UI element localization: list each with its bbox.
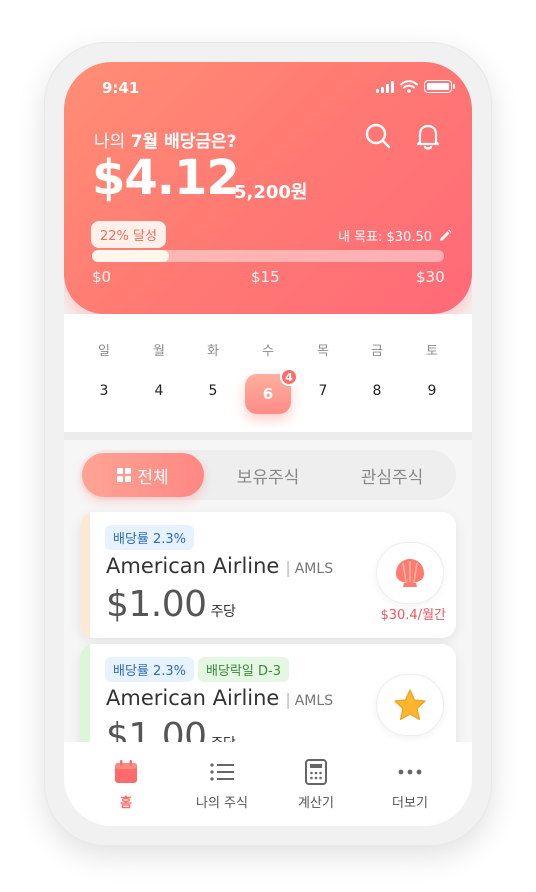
question-month: 7월 배당금은? (130, 132, 237, 152)
goal-progress-bar (92, 250, 444, 262)
goal-edit[interactable]: 내 목표: $30.50 (338, 226, 452, 245)
weekday-label: 토 (426, 344, 438, 359)
dividend-amount-usd: $4.12 (92, 150, 240, 206)
tab-holdings[interactable]: 보유주식 (208, 450, 328, 500)
stock-filter-tabs: 전체 보유주식 관심주식 (80, 450, 456, 500)
ex-dividend-tag: 배당락일 D-3 (198, 657, 289, 682)
tab-watchlist[interactable]: 관심주식 (332, 450, 452, 500)
battery-icon (424, 80, 455, 93)
dividend-per-share: $1.00주당 (106, 584, 236, 625)
dividend-amount-krw: 5,200원 (234, 182, 308, 203)
weekday-label: 수 (262, 344, 274, 359)
shell-icon-button[interactable] (376, 542, 444, 604)
card-tags: 배당률 2.3% (105, 525, 195, 550)
weekday-label: 일 (98, 344, 110, 359)
nav-calculator[interactable]: 계산기 (271, 758, 361, 811)
weekday-label: 금 (371, 344, 383, 359)
separator: | (285, 558, 291, 577)
goal-progress-fill (92, 250, 170, 262)
nav-home-label: 홈 (120, 796, 132, 811)
signal-icon (376, 80, 394, 93)
tick-min: $0 (92, 268, 112, 286)
date-cell[interactable]: 4 (139, 383, 179, 399)
price-value: $1.00 (106, 584, 207, 625)
tab-all[interactable]: 전체 (82, 453, 204, 497)
per-share-label: 주당 (210, 604, 236, 620)
nav-my-stocks-label: 나의 주식 (196, 796, 248, 811)
tick-max: $30 (416, 268, 445, 286)
wifi-icon (400, 80, 418, 93)
star-icon (394, 689, 426, 721)
search-icon[interactable] (362, 120, 394, 152)
bell-icon[interactable] (412, 120, 444, 152)
app-screen: 9:41 나의 7월 배당금은? $4.12 5,200원 22% 달성 내 목… (64, 62, 472, 826)
phone-frame: 9:41 나의 7월 배당금은? $4.12 5,200원 22% 달성 내 목… (44, 42, 492, 846)
question-prefix: 나의 (94, 132, 131, 152)
date-cell[interactable]: 8 (357, 383, 397, 399)
nav-home[interactable]: 홈 (81, 758, 171, 811)
dividend-yield-tag: 배당률 2.3% (105, 657, 195, 682)
date-cell[interactable]: 5 (193, 383, 233, 399)
stock-name: American Airline | AMLS (106, 686, 333, 710)
date-cell-selected[interactable]: 6 4 (245, 368, 298, 414)
calculator-icon (305, 759, 327, 785)
goal-label: 내 목표: $30.50 (337, 230, 432, 245)
stock-name-text: American Airline (106, 686, 280, 710)
calendar-icon (115, 760, 137, 783)
weekday-label: 월 (153, 344, 165, 359)
monthly-dividend: $30.4/월간 (380, 608, 446, 623)
separator: | (285, 690, 291, 709)
grid-icon (117, 468, 132, 482)
bottom-navigation: 홈 나의 주식 계산기 더보기 (64, 742, 472, 826)
achievement-badge: 22% 달성 (91, 221, 166, 248)
stock-ticker: AMLS (294, 561, 334, 577)
more-icon (398, 769, 422, 775)
date-cell[interactable]: 9 (412, 383, 452, 399)
dividend-count-badge: 4 (280, 368, 298, 386)
nav-my-stocks[interactable]: 나의 주식 (177, 758, 267, 811)
date-cell[interactable]: 7 (303, 383, 343, 399)
dividend-question: 나의 7월 배당금은? (94, 127, 237, 152)
shell-icon (396, 559, 424, 587)
star-icon-button[interactable] (376, 674, 444, 736)
calendar-background (64, 314, 472, 432)
stock-name-text: American Airline (106, 554, 280, 578)
stock-card[interactable]: 배당률 2.3% American Airline | AMLS $1.00 주당 $… (80, 512, 456, 638)
weekday-label: 목 (317, 344, 329, 359)
weekday-label: 화 (207, 344, 219, 359)
nav-more-label: 더보기 (392, 796, 428, 811)
dividend-yield-tag: 배당률 2.3% (105, 525, 195, 550)
tick-mid: $15 (251, 268, 280, 286)
list-icon (210, 763, 234, 781)
nav-more[interactable]: 더보기 (365, 758, 455, 811)
date-cell[interactable]: 3 (84, 383, 124, 399)
card-accent-bar (80, 512, 90, 638)
status-icons (376, 80, 455, 93)
section-divider (64, 432, 472, 440)
card-tags: 배당률 2.3% 배당락일 D-3 (105, 657, 289, 682)
status-time: 9:41 (102, 79, 140, 97)
tab-all-label: 전체 (137, 467, 169, 488)
summary-header: 9:41 나의 7월 배당금은? $4.12 5,200원 22% 달성 내 목… (64, 62, 472, 314)
nav-calculator-label: 계산기 (298, 796, 334, 811)
stock-ticker: AMLS (294, 693, 334, 709)
stock-name: American Airline | AMLS (106, 554, 333, 578)
selected-date: 6 (262, 385, 274, 403)
pencil-icon[interactable] (438, 229, 452, 243)
